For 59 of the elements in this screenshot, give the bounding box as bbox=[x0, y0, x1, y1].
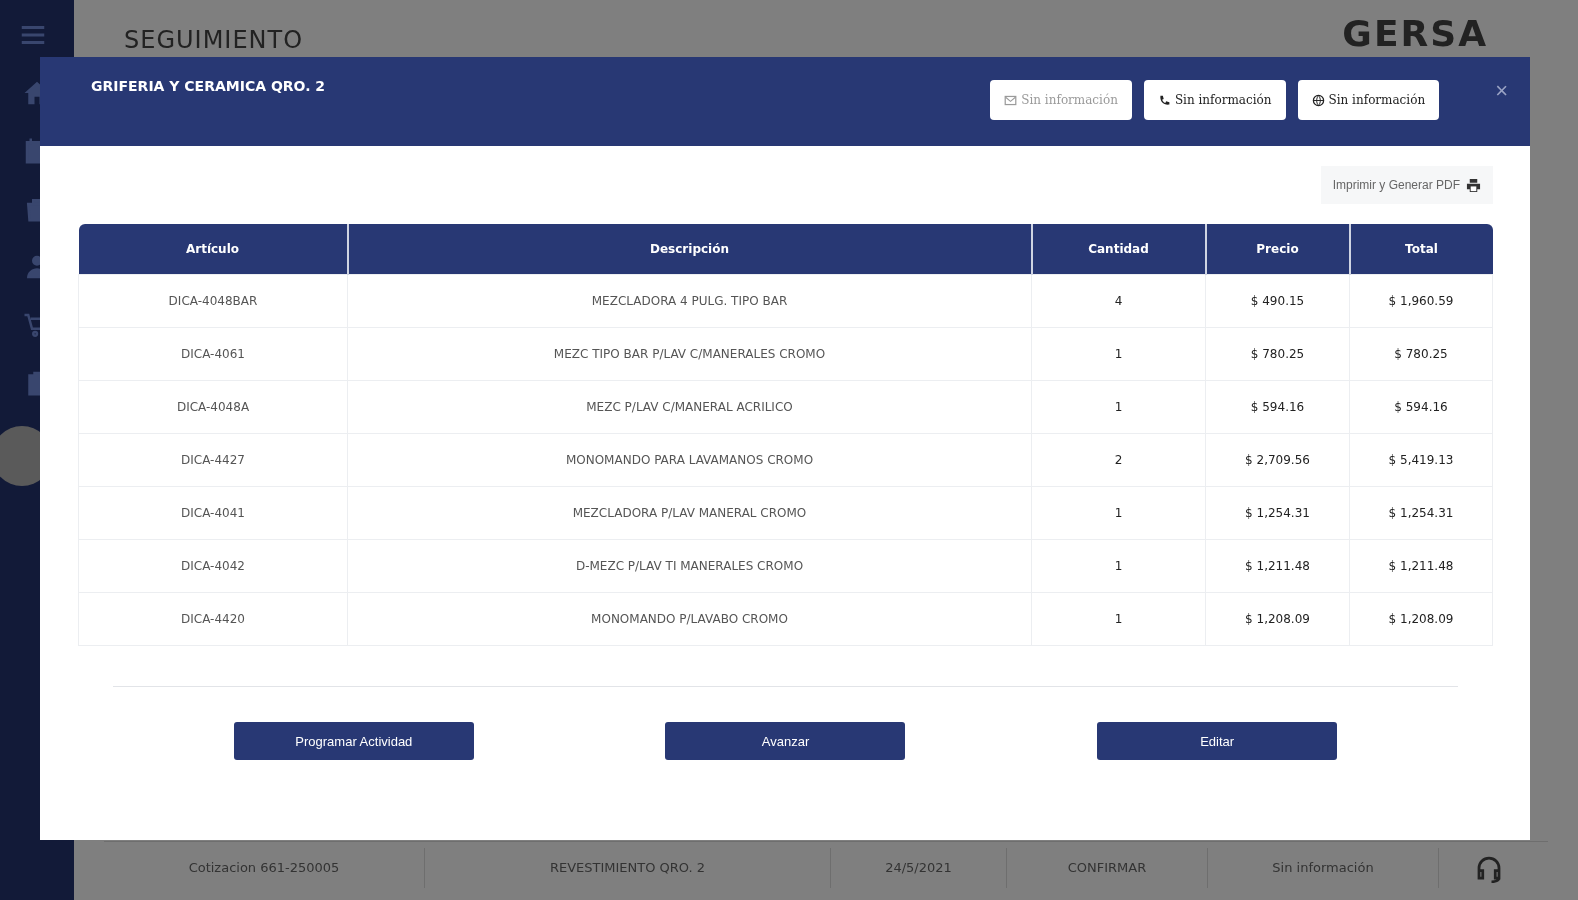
table-cell: MEZCLADORA 4 PULG. TIPO BAR bbox=[347, 274, 1032, 328]
table-cell: $ 594.16 bbox=[1205, 380, 1350, 434]
action-button[interactable]: Avanzar bbox=[665, 722, 906, 760]
table-cell: $ 1,208.09 bbox=[1205, 592, 1350, 646]
column-header: Total bbox=[1349, 224, 1493, 275]
modal-title: GRIFERIA Y CERAMICA QRO. 2 bbox=[91, 78, 327, 94]
table-cell: REVESTIMIENTO QRO. 2 bbox=[425, 848, 831, 888]
action-button[interactable]: Programar Actividad bbox=[233, 722, 474, 760]
table-cell: $ 1,254.31 bbox=[1349, 486, 1493, 540]
table-cell: $ 1,208.09 bbox=[1349, 592, 1493, 646]
table-cell: DICA-4420 bbox=[78, 592, 348, 646]
printer-icon bbox=[1466, 177, 1481, 193]
table-cell: $ 1,211.48 bbox=[1205, 539, 1350, 593]
table-cell: MEZC P/LAV C/MANERAL ACRILICO bbox=[347, 380, 1032, 434]
table-cell: MONOMANDO P/LAVABO CROMO bbox=[347, 592, 1032, 646]
table-cell: $ 780.25 bbox=[1205, 327, 1350, 381]
column-header: Descripción bbox=[347, 224, 1032, 275]
column-header: Cantidad bbox=[1031, 224, 1206, 275]
table-cell: DICA-4041 bbox=[78, 486, 348, 540]
column-header: Precio bbox=[1205, 224, 1350, 275]
table-cell: $ 2,709.56 bbox=[1205, 433, 1350, 487]
contact-button[interactable]: Sin información bbox=[1143, 80, 1286, 120]
table-cell: 1 bbox=[1031, 486, 1206, 540]
table-cell: DICA-4042 bbox=[78, 539, 348, 593]
close-button[interactable]: × bbox=[1491, 75, 1512, 107]
table-cell: $ 1,960.59 bbox=[1349, 274, 1493, 328]
table-cell: 1 bbox=[1031, 539, 1206, 593]
table-cell: DICA-4061 bbox=[78, 327, 348, 381]
table-cell: MONOMANDO PARA LAVAMANOS CROMO bbox=[347, 433, 1032, 487]
envelope-icon bbox=[1004, 93, 1018, 107]
page-title: SEGUIMIENTO bbox=[124, 26, 304, 54]
table-cell: DICA-4048BAR bbox=[78, 274, 348, 328]
table-cell: $ 1,254.31 bbox=[1205, 486, 1350, 540]
table-cell: Cotizacion 661-250005 bbox=[104, 848, 425, 888]
table-cell: DICA-4427 bbox=[78, 433, 348, 487]
table-cell: 24/5/2021 bbox=[831, 848, 1007, 888]
action-button[interactable]: Editar bbox=[1097, 722, 1338, 760]
table-cell: Sin información bbox=[1208, 848, 1439, 888]
table-cell: $ 594.16 bbox=[1349, 380, 1493, 434]
table-cell: DICA-4048A bbox=[78, 380, 348, 434]
globe-icon bbox=[1311, 93, 1325, 107]
table-cell: MEZCLADORA P/LAV MANERAL CROMO bbox=[347, 486, 1032, 540]
table-cell: 4 bbox=[1031, 274, 1206, 328]
column-header: Artículo bbox=[78, 224, 348, 275]
table-cell: $ 780.25 bbox=[1349, 327, 1493, 381]
table-cell: MEZC TIPO BAR P/LAV C/MANERALES CROMO bbox=[347, 327, 1032, 381]
contact-button[interactable]: Sin información bbox=[1297, 80, 1440, 120]
table-cell: $ 1,211.48 bbox=[1349, 539, 1493, 593]
phone-icon bbox=[1157, 93, 1171, 107]
table-cell: $ 490.15 bbox=[1205, 274, 1350, 328]
table-cell: 1 bbox=[1031, 327, 1206, 381]
table-cell: 1 bbox=[1031, 592, 1206, 646]
print-button[interactable]: Imprimir y Generar PDF bbox=[1320, 166, 1493, 204]
table-cell: 1 bbox=[1031, 380, 1206, 434]
table-cell: 2 bbox=[1031, 433, 1206, 487]
table-cell: D-MEZC P/LAV TI MANERALES CROMO bbox=[347, 539, 1032, 593]
table-cell: CONFIRMAR bbox=[1007, 848, 1208, 888]
table-cell: $ 5,419.13 bbox=[1349, 433, 1493, 487]
logo: GERSA bbox=[1342, 13, 1488, 54]
